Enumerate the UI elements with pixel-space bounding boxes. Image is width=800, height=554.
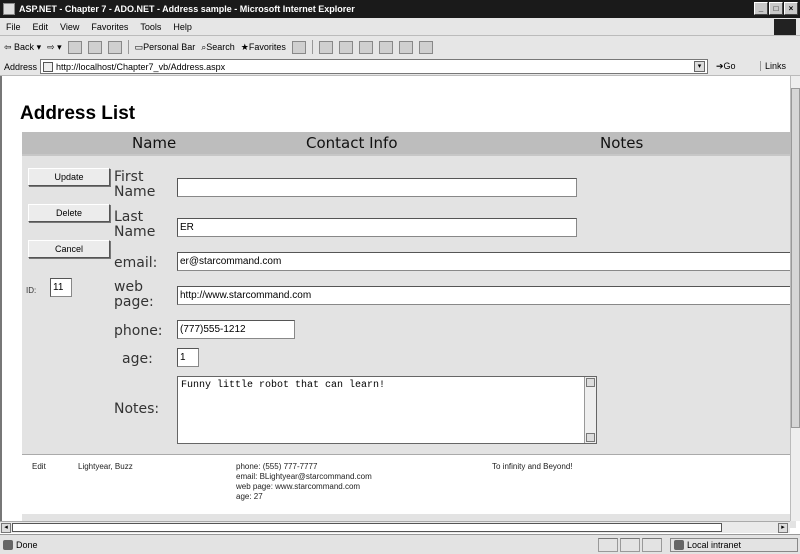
last-name-field[interactable]: ER [177, 218, 577, 237]
back-button[interactable]: ⇦ Back ▾ [4, 42, 41, 53]
column-header-notes: Notes [600, 134, 644, 152]
record-contact-email: email: BLightyear@starcommand.com [236, 472, 372, 481]
menu-tools[interactable]: Tools [140, 22, 161, 32]
grid-header: Name Contact Info Notes [22, 132, 796, 154]
record-contact-phone: phone: (555) 777-7777 [236, 462, 318, 471]
messenger-icon[interactable] [398, 40, 413, 54]
record-name: Lightyear, Buzz [78, 462, 133, 471]
first-name-field[interactable] [177, 178, 577, 197]
edit-icon[interactable] [358, 40, 373, 54]
zone-label: Local intranet [687, 540, 742, 550]
last-name-label: Last Name [114, 209, 156, 240]
address-bar: Address http://localhost/Chapter7_vb/Add… [0, 58, 800, 75]
horizontal-scrollbar[interactable]: ◂ ▸ [0, 521, 790, 533]
security-zone: Local intranet [670, 538, 798, 552]
column-header-contact-info: Contact Info [306, 134, 398, 152]
window-controls: _ □ × [754, 2, 798, 15]
chevron-down-icon[interactable]: ▾ [694, 61, 705, 72]
id-label: ID: [26, 286, 37, 295]
table-row: Edit Lightyear, Buzz phone: (555) 777-77… [22, 454, 796, 514]
ie-throbber-icon [774, 19, 796, 35]
notes-text: Funny little robot that can learn! [181, 380, 386, 391]
column-header-name: Name [132, 134, 177, 152]
status-panes [598, 538, 662, 552]
edit-link[interactable]: Edit [32, 462, 46, 472]
update-button[interactable]: Update [28, 168, 110, 186]
web-page-label: web page: [114, 279, 154, 310]
menu-view[interactable]: View [60, 22, 79, 32]
scroll-right-icon[interactable]: ▸ [778, 523, 788, 533]
mail-icon[interactable] [318, 40, 333, 54]
age-label: age: [122, 351, 153, 367]
delete-button[interactable]: Delete [28, 204, 110, 222]
home-icon[interactable] [107, 40, 122, 54]
scroll-thumb[interactable] [791, 88, 800, 428]
maximize-button[interactable]: □ [769, 2, 783, 15]
page-icon [43, 61, 53, 72]
discuss-icon[interactable] [378, 40, 393, 54]
go-button[interactable]: ➔Go [716, 61, 736, 72]
web-page-field[interactable]: http://www.starcommand.com [177, 286, 795, 305]
toolbar-separator [127, 40, 129, 54]
research-icon[interactable] [418, 40, 433, 54]
status-text: Done [16, 539, 38, 550]
intranet-icon [674, 540, 684, 550]
links-button[interactable]: Links [760, 61, 786, 71]
address-url: http://localhost/Chapter7_vb/Address.asp… [56, 61, 226, 72]
menu-edit[interactable]: Edit [33, 22, 49, 32]
record-notes: To infinity and Beyond! [492, 462, 573, 471]
page-done-icon [3, 539, 13, 550]
notes-label: Notes: [114, 401, 160, 417]
vertical-scrollbar[interactable] [790, 76, 800, 521]
toolbar-separator [311, 40, 313, 54]
menu-favorites[interactable]: Favorites [91, 22, 128, 32]
id-field[interactable]: 11 [50, 278, 72, 297]
print-icon[interactable] [338, 40, 353, 54]
notes-scrollbar[interactable] [584, 377, 596, 443]
stop-icon[interactable] [67, 40, 82, 54]
scroll-thumb[interactable] [12, 523, 722, 532]
age-field[interactable]: 1 [177, 348, 199, 367]
email-label: email: [114, 255, 158, 271]
record-contact-web: web page: www.starcommand.com [236, 482, 361, 491]
address-label: Address [4, 61, 38, 72]
phone-field[interactable]: (777)555-1212 [177, 320, 295, 339]
menu-help[interactable]: Help [173, 22, 192, 32]
ie-app-icon [3, 3, 15, 15]
refresh-icon[interactable] [87, 40, 102, 54]
status-pane [598, 538, 618, 552]
record-contact-age: age: 27 [236, 492, 263, 501]
email-field[interactable]: er@starcommand.com [177, 252, 795, 271]
favorites-button[interactable]: ★Favorites [241, 42, 286, 53]
history-icon[interactable] [291, 40, 306, 54]
phone-label: phone: [114, 323, 163, 339]
menu-file[interactable]: File [6, 22, 21, 32]
notes-textarea[interactable]: Funny little robot that can learn! [177, 376, 597, 444]
toolbar: ⇦ Back ▾ ⇨ ▾ ▭Personal Bar ⌕Search ★Favo… [0, 36, 800, 76]
cancel-button[interactable]: Cancel [28, 240, 110, 258]
status-pane [620, 538, 640, 552]
window-title: ASP.NET - Chapter 7 - ADO.NET - Address … [19, 4, 355, 14]
minimize-button[interactable]: _ [754, 2, 768, 15]
personal-bar-button[interactable]: ▭Personal Bar [135, 42, 196, 53]
menu-bar: File Edit View Favorites Tools Help [0, 18, 800, 36]
first-name-label: First Name [114, 169, 156, 200]
scroll-left-icon[interactable]: ◂ [1, 523, 11, 533]
scroll-up-icon[interactable] [586, 378, 595, 387]
page-title-heading: Address List [20, 103, 136, 124]
status-pane [642, 538, 662, 552]
title-bar: ASP.NET - Chapter 7 - ADO.NET - Address … [0, 0, 800, 18]
scroll-down-icon[interactable] [586, 433, 595, 442]
close-button[interactable]: × [784, 2, 798, 15]
forward-button[interactable]: ⇨ ▾ [47, 42, 62, 53]
address-input[interactable]: http://localhost/Chapter7_vb/Address.asp… [40, 59, 708, 74]
status-bar: Done Local intranet [0, 534, 800, 554]
search-button[interactable]: ⌕Search [201, 42, 235, 53]
